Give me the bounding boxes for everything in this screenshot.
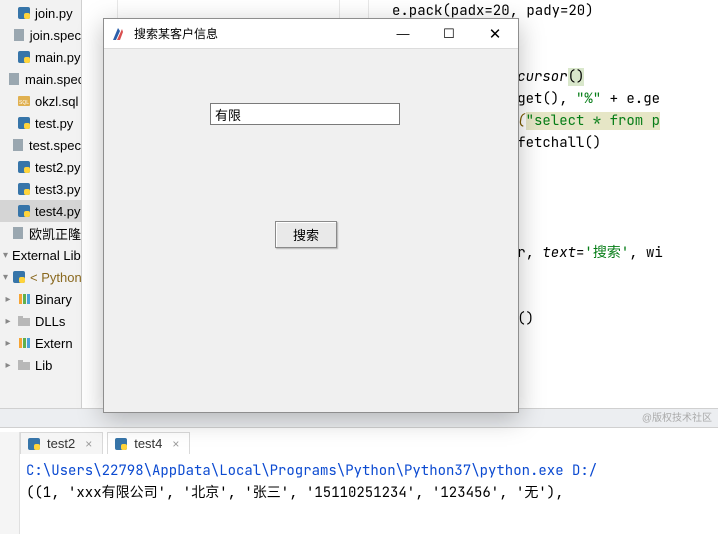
tree-item[interactable]: join.py <box>0 2 81 24</box>
tree-item-label: 欧凯正隆 <box>29 224 81 243</box>
tree-item[interactable]: test2.py <box>0 156 81 178</box>
tree-item-label: test2.py <box>35 160 81 175</box>
tree-item-label: test4.py <box>35 204 81 219</box>
console-line: ((1, 'xxx有限公司', '北京', '张三', '15110251234… <box>26 482 712 504</box>
py-file-icon <box>114 437 128 451</box>
search-entry[interactable] <box>210 103 400 125</box>
tree-item-label: test.spec <box>29 138 81 153</box>
py-file-icon <box>17 160 31 174</box>
svg-text:SQL: SQL <box>19 100 29 106</box>
tree-arrow-icon: ▸ <box>3 316 13 327</box>
tk-titlebar[interactable]: 搜索某客户信息 ― ☐ ✕ <box>104 19 518 49</box>
py-file-icon <box>17 182 31 196</box>
run-tabs: test2 × test4 × <box>20 432 190 454</box>
generic-file-icon <box>12 28 26 42</box>
tk-window-title: 搜索某客户信息 <box>134 25 380 42</box>
tree-item-label: Extern <box>35 336 73 351</box>
run-tab-label: test2 <box>47 436 75 451</box>
py-file-icon <box>27 437 41 451</box>
close-tab-icon[interactable]: × <box>85 437 92 451</box>
lib-file-icon <box>17 292 31 306</box>
run-gutter <box>0 432 20 534</box>
tree-item[interactable]: main.py <box>0 46 81 68</box>
search-button[interactable]: 搜索 <box>275 221 337 248</box>
py-file-icon <box>17 6 31 20</box>
tree-item-label: test.py <box>35 116 73 131</box>
tree-item[interactable]: ▸ Binary <box>0 288 81 310</box>
maximize-button[interactable]: ☐ <box>426 19 472 49</box>
tree-item[interactable]: SQL okzl.sql <box>0 90 81 112</box>
tree-item[interactable]: test.spec <box>0 134 81 156</box>
py-file-icon <box>17 116 31 130</box>
tree-item-label: okzl.sql <box>35 94 78 109</box>
generic-file-icon <box>7 72 21 86</box>
sql-file-icon: SQL <box>17 94 31 108</box>
tree-item[interactable]: ▾ External Libraries <box>0 244 81 266</box>
tree-item-label: Lib <box>35 358 52 373</box>
tree-arrow-icon: ▸ <box>3 360 13 371</box>
tree-item[interactable]: test.py <box>0 112 81 134</box>
tree-item[interactable]: join.spec <box>0 24 81 46</box>
tree-item-label: main.spec <box>25 72 81 87</box>
py-file-icon <box>17 204 31 218</box>
tree-arrow-icon: ▾ <box>3 272 8 283</box>
tree-item-label: main.py <box>35 50 81 65</box>
tree-item[interactable]: test4.py <box>0 200 81 222</box>
tree-item-label: join.spec <box>30 28 81 43</box>
tree-item[interactable]: test3.py <box>0 178 81 200</box>
minimize-button[interactable]: ― <box>380 19 426 49</box>
console-line: C:\Users\22798\AppData\Local\Programs\Py… <box>26 460 712 482</box>
folder-file-icon <box>17 358 31 372</box>
tree-arrow-icon: ▾ <box>3 250 8 261</box>
tree-item[interactable]: ▸ Extern <box>0 332 81 354</box>
close-tab-icon[interactable]: × <box>172 437 179 451</box>
py-file-icon <box>12 270 26 284</box>
tree-item-label: Binary <box>35 292 72 307</box>
tree-item[interactable]: 欧凯正隆 <box>0 222 81 244</box>
run-tab[interactable]: test2 × <box>20 432 103 454</box>
tree-item-label: DLLs <box>35 314 65 329</box>
lib-file-icon <box>17 336 31 350</box>
generic-file-icon <box>11 138 25 152</box>
tree-item[interactable]: ▸ Lib <box>0 354 81 376</box>
tree-item[interactable]: main.spec <box>0 68 81 90</box>
folder-file-icon <box>17 314 31 328</box>
generic-file-icon <box>11 226 25 240</box>
py-file-icon <box>17 50 31 64</box>
tree-item-label: < Python <box>30 270 81 285</box>
tk-window[interactable]: 搜索某客户信息 ― ☐ ✕ 搜索 <box>103 18 519 413</box>
tree-item-label: External Libraries <box>12 248 81 263</box>
tk-body: 搜索 <box>104 49 518 412</box>
tree-item[interactable]: ▸ DLLs <box>0 310 81 332</box>
close-button[interactable]: ✕ <box>472 19 518 49</box>
run-tab-label: test4 <box>134 436 162 451</box>
run-tab[interactable]: test4 × <box>107 432 190 454</box>
project-tree[interactable]: join.py join.spec main.py main.spec SQL okzl.… <box>0 0 82 410</box>
tree-arrow-icon: ▸ <box>3 294 13 305</box>
tree-arrow-icon: ▸ <box>3 338 13 349</box>
tree-item-label: join.py <box>35 6 73 21</box>
tree-item[interactable]: ▾ < Python <box>0 266 81 288</box>
console-output[interactable]: C:\Users\22798\AppData\Local\Programs\Py… <box>20 456 718 534</box>
tk-feather-icon <box>110 26 126 42</box>
tree-item-label: test3.py <box>35 182 81 197</box>
